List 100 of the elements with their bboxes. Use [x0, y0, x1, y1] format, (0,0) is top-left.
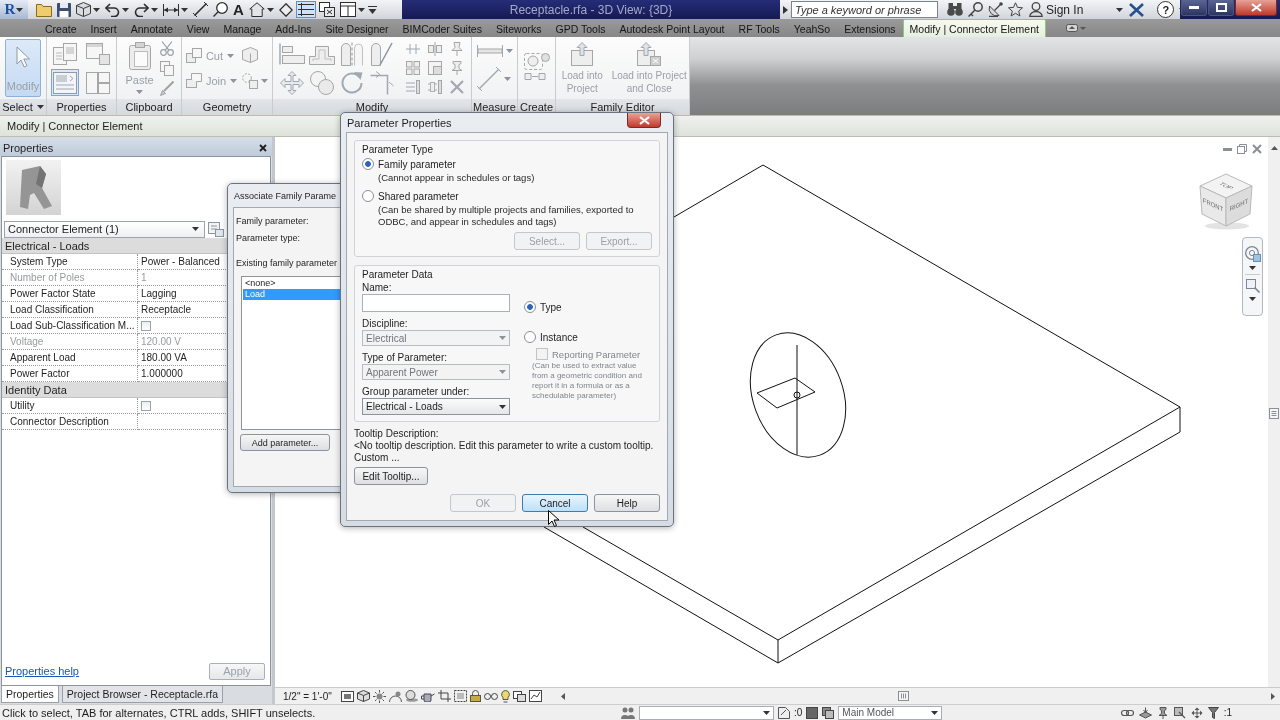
palette-tab[interactable]: Project Browser - Receptacle.rfa: [61, 686, 223, 703]
scroll-left-arrow-icon[interactable]: [561, 692, 565, 700]
properties-help-link[interactable]: Properties help: [5, 665, 79, 677]
ribbon-tab[interactable]: Add-Ins: [268, 19, 319, 37]
tool-button[interactable]: [84, 69, 112, 96]
close-icon[interactable]: [259, 143, 267, 152]
minimize-icon[interactable]: [1223, 147, 1232, 151]
tool-button[interactable]: [51, 40, 79, 67]
radio-button[interactable]: [362, 190, 374, 202]
layer-arrow-icon[interactable]: [1138, 706, 1152, 719]
toolbar-button[interactable]: [55, 1, 73, 18]
window-pair-icon[interactable]: [513, 690, 526, 702]
brush-icon[interactable]: [159, 80, 174, 96]
toolbar-button[interactable]: [211, 1, 230, 18]
mirror-axis-icon[interactable]: [340, 41, 363, 66]
teapot-icon[interactable]: [421, 690, 435, 702]
model-dropdown[interactable]: Main Model: [838, 705, 943, 720]
radio-label[interactable]: Type: [540, 301, 562, 313]
toolbar-button[interactable]: [103, 1, 131, 18]
radio-label[interactable]: Family parameter: [378, 158, 456, 170]
frame-icon[interactable]: [341, 690, 354, 702]
ribbon-tab[interactable]: Site Designer: [318, 19, 396, 37]
search-field[interactable]: Type a keyword or phrase: [791, 1, 938, 18]
bracket-bars-icon[interactable]: [427, 42, 442, 56]
vertical-scrollbar[interactable]: [1268, 137, 1280, 687]
ribbon-tab[interactable]: Siteworks: [488, 19, 549, 37]
chart-frame-icon[interactable]: [529, 690, 542, 702]
dialog-button[interactable]: Help: [594, 494, 660, 512]
ribbon-toggle-icon[interactable]: [1065, 24, 1086, 32]
toolbar-button[interactable]: [74, 1, 102, 18]
view-scale[interactable]: 1/2" = 1'-0": [283, 690, 341, 702]
ribbon-tab[interactable]: YeahSo: [786, 19, 838, 37]
application-menu-button[interactable]: R: [0, 0, 28, 19]
satellite-dish-icon[interactable]: [988, 2, 1003, 17]
toolbar-button[interactable]: [295, 1, 316, 18]
lightbulb-icon[interactable]: [501, 689, 510, 703]
ribbon-tab[interactable]: Create: [38, 19, 84, 37]
edit-type-icon[interactable]: [208, 221, 224, 237]
lock-icon[interactable]: [470, 690, 481, 702]
grid-squares-icon[interactable]: [405, 61, 420, 75]
dropdown-field[interactable]: Electrical - Loads: [362, 398, 510, 415]
tool-button[interactable]: [84, 40, 112, 67]
caret-icon[interactable]: [1249, 297, 1256, 301]
square-pointer-icon[interactable]: [1173, 706, 1186, 719]
scrollbar-thumb[interactable]: [1269, 408, 1279, 419]
toolbar-button[interactable]: [191, 1, 210, 18]
chain-link-icon[interactable]: [1120, 707, 1134, 718]
copy-icon[interactable]: [159, 60, 174, 76]
toolbar-button[interactable]: [316, 1, 337, 18]
drag-arrows-icon[interactable]: [1190, 706, 1203, 719]
checkbox[interactable]: [141, 400, 151, 411]
dashed-frame-icon[interactable]: [454, 690, 467, 702]
mirror-line-icon[interactable]: [370, 41, 393, 66]
toolbar-button[interactable]: [276, 1, 295, 18]
filter-icon[interactable]: [1207, 706, 1219, 719]
scroll-right-arrow-icon[interactable]: [1271, 692, 1275, 700]
align-bars-icon[interactable]: [278, 42, 305, 65]
play-arrow-icon[interactable]: [783, 5, 788, 14]
sun-path-icon[interactable]: [389, 690, 402, 702]
dialog-button[interactable]: Cancel: [522, 494, 588, 512]
binoculars-icon[interactable]: [947, 3, 963, 16]
sign-in-button[interactable]: Sign In: [1028, 1, 1125, 18]
horizontal-dimension-icon[interactable]: [476, 45, 503, 57]
pencil-sheet-icon[interactable]: [778, 706, 790, 719]
cross-logo-icon[interactable]: [1129, 2, 1145, 17]
toolbar-button[interactable]: [246, 1, 276, 18]
checkbox[interactable]: [141, 320, 151, 331]
add-parameter-button[interactable]: Add parameter...: [240, 434, 330, 451]
radio-button[interactable]: [362, 158, 374, 170]
toolbar-button[interactable]: [132, 1, 160, 18]
dotted-shapes-icon[interactable]: [242, 73, 259, 89]
ribbon-tab[interactable]: Manage: [216, 19, 269, 37]
ribbon-tab[interactable]: Modify | Connector Element: [902, 19, 1046, 37]
toolbar-button[interactable]: [161, 1, 190, 18]
restore-icon[interactable]: [1237, 144, 1247, 154]
shadow-sphere-icon[interactable]: [405, 690, 418, 702]
pushpin-icon[interactable]: [449, 61, 464, 75]
name-field[interactable]: [362, 294, 510, 312]
connector-drawing[interactable]: [749, 332, 847, 458]
grouped-shapes-icon[interactable]: [523, 53, 550, 83]
ribbon-tab[interactable]: Autodesk Point Layout: [612, 19, 732, 37]
ribbon-tab[interactable]: View: [179, 19, 217, 37]
tool-button[interactable]: [51, 69, 79, 96]
radio-label[interactable]: Shared parameter: [378, 190, 459, 202]
sun-icon[interactable]: [373, 689, 386, 703]
star-icon[interactable]: [1008, 2, 1023, 17]
radio-button[interactable]: [524, 301, 536, 313]
filled-square-icon[interactable]: [806, 706, 819, 719]
menu-caret-icon[interactable]: [367, 5, 377, 14]
radio-button[interactable]: [524, 331, 536, 343]
scrollbar-thumb[interactable]: [898, 691, 909, 701]
ribbon-tab[interactable]: Extensions: [837, 19, 903, 37]
scroll-up-arrow-icon[interactable]: [1270, 146, 1278, 150]
palette-tab[interactable]: Properties: [1, 686, 59, 703]
caret-icon[interactable]: [1249, 266, 1256, 270]
ribbon-tab[interactable]: Insert: [83, 19, 124, 37]
people-icon[interactable]: [621, 705, 635, 720]
toolbar-button[interactable]: A: [231, 1, 246, 18]
maximize-button[interactable]: [1208, 0, 1234, 16]
nested-squares-icon[interactable]: [427, 61, 442, 75]
